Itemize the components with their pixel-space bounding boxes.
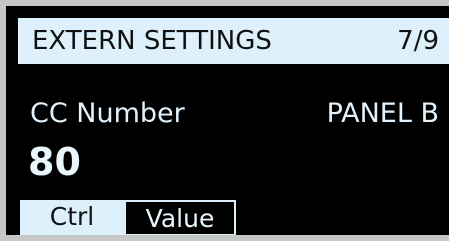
parameter-label: CC Number	[30, 98, 185, 129]
tab-value[interactable]: Value	[124, 200, 236, 235]
panel-label: PANEL B	[326, 98, 439, 129]
screen-header: EXTERN SETTINGS 7/9	[18, 18, 449, 64]
parameter-value[interactable]: 80	[28, 140, 81, 184]
tab-ctrl[interactable]: Ctrl	[20, 200, 124, 235]
page-title: EXTERN SETTINGS	[32, 26, 272, 56]
page-indicator: 7/9	[397, 26, 439, 56]
softkey-tabs: Ctrl Value	[20, 200, 236, 235]
display-screen: EXTERN SETTINGS 7/9 CC Number PANEL B 80…	[18, 18, 449, 235]
